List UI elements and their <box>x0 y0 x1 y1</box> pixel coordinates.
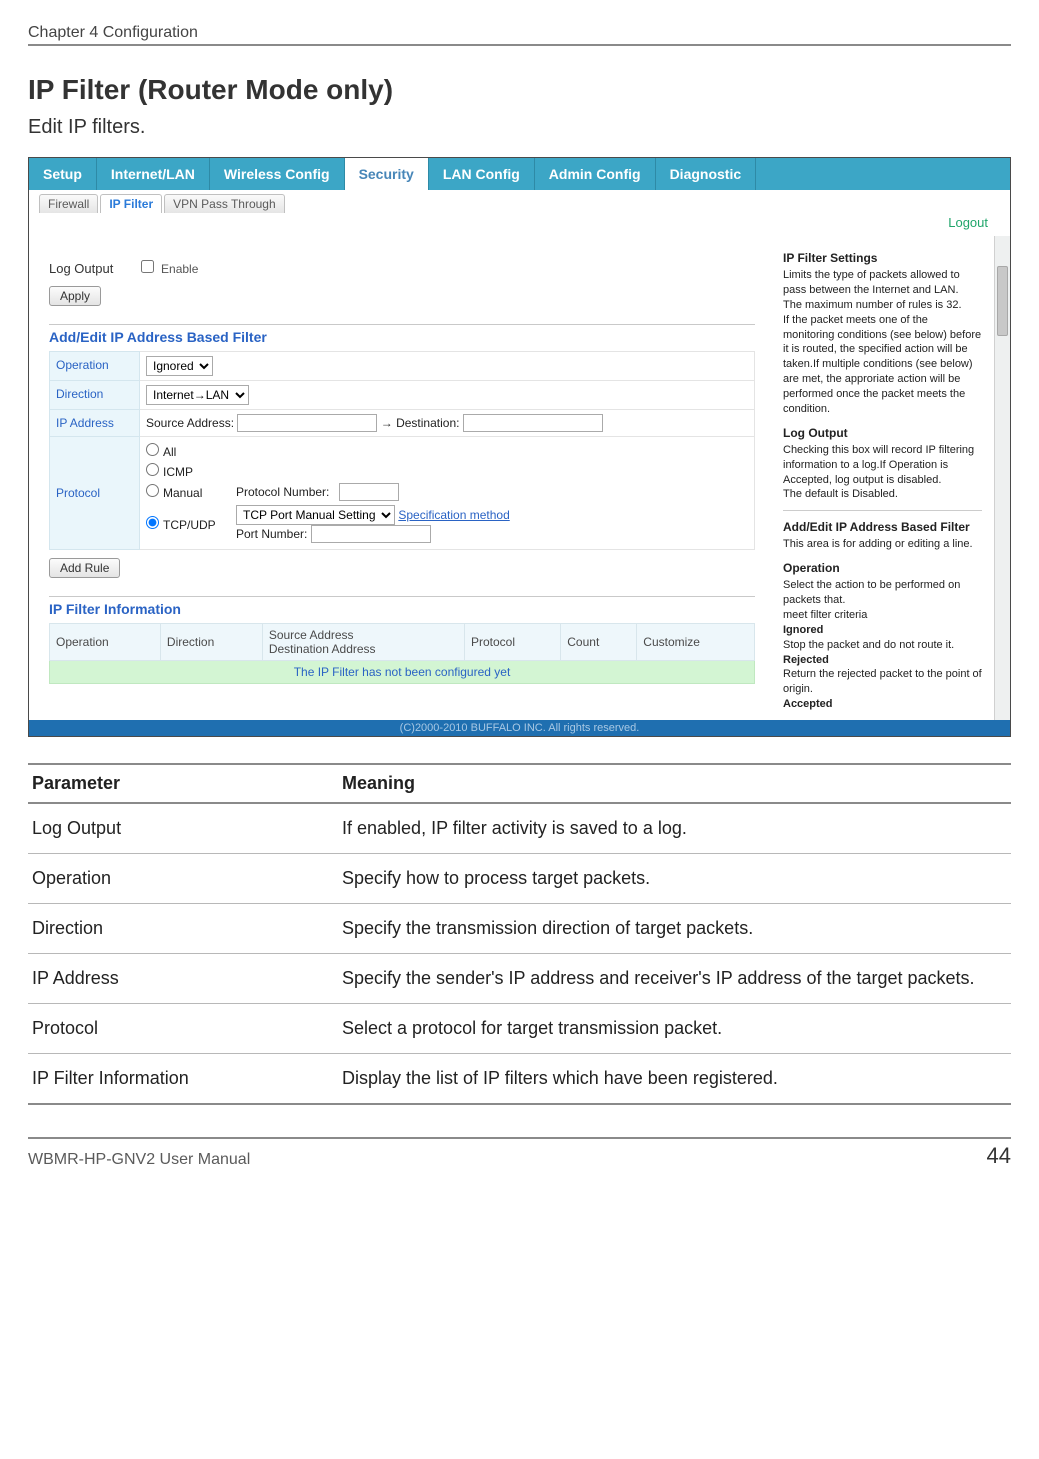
manual-name: WBMR-HP-GNV2 User Manual <box>28 1151 250 1169</box>
ip-address-row-label: IP Address <box>50 410 140 437</box>
add-edit-heading: Add/Edit IP Address Based Filter <box>49 329 755 345</box>
source-address-input[interactable] <box>237 414 377 432</box>
tab-setup[interactable]: Setup <box>29 158 97 190</box>
col-customize: Customize <box>637 624 755 661</box>
protocol-tcpudp-radio[interactable] <box>146 516 159 529</box>
help-text: Limits the type of packets allowed to pa… <box>783 268 982 298</box>
subtab-firewall[interactable]: Firewall <box>39 194 98 213</box>
meaning-header: Meaning <box>338 764 1011 803</box>
protocol-icmp-label: ICMP <box>163 465 193 479</box>
enable-label: Enable <box>161 262 198 276</box>
main-tabs: Setup Internet/LAN Wireless Config Secur… <box>29 158 1010 190</box>
help-add-edit-heading: Add/Edit IP Address Based Filter <box>783 519 982 535</box>
help-text: Select the action to be performed on pac… <box>783 578 982 608</box>
col-count: Count <box>561 624 637 661</box>
operation-select[interactable]: Ignored <box>146 356 213 376</box>
destination-address-input[interactable] <box>463 414 603 432</box>
help-ipfilter-settings-heading: IP Filter Settings <box>783 250 982 266</box>
param-cell: Direction <box>28 904 338 954</box>
help-rejected-label: Rejected <box>783 653 982 668</box>
protocol-number-label: Protocol Number: <box>236 485 329 499</box>
tab-admin-config[interactable]: Admin Config <box>535 158 656 190</box>
meaning-cell: Display the list of IP filters which hav… <box>338 1054 1011 1105</box>
direction-row-label: Direction <box>50 381 140 410</box>
port-number-input[interactable] <box>311 525 431 543</box>
meaning-cell: Specify the sender's IP address and rece… <box>338 954 1011 1004</box>
operation-row-label: Operation <box>50 352 140 381</box>
section-subtitle: Edit IP filters. <box>28 116 1011 139</box>
help-panel: IP Filter Settings Limits the type of pa… <box>775 236 1010 720</box>
chapter-header: Chapter 4 Configuration <box>28 24 1011 46</box>
param-cell: IP Address <box>28 954 338 1004</box>
scrollbar[interactable] <box>994 236 1010 720</box>
help-operation-heading: Operation <box>783 560 982 576</box>
help-log-output-heading: Log Output <box>783 425 982 441</box>
help-text: Return the rejected packet to the point … <box>783 667 982 697</box>
add-rule-button[interactable]: Add Rule <box>49 558 120 578</box>
protocol-number-input[interactable] <box>339 483 399 501</box>
param-cell: IP Filter Information <box>28 1054 338 1105</box>
help-text: If the packet meets one of the monitorin… <box>783 313 982 417</box>
tab-security[interactable]: Security <box>345 158 429 190</box>
filter-form-table: Operation Ignored Direction Internet→LAN <box>49 351 755 550</box>
meaning-cell: Specify how to process target packets. <box>338 854 1011 904</box>
not-configured-message: The IP Filter has not been configured ye… <box>50 661 755 684</box>
help-text: This area is for adding or editing a lin… <box>783 537 982 552</box>
help-text: Stop the packet and do not route it. <box>783 638 982 653</box>
parameter-table: Parameter Meaning Log OutputIf enabled, … <box>28 763 1011 1105</box>
section-title: IP Filter (Router Mode only) <box>28 74 1011 106</box>
protocol-manual-label: Manual <box>163 486 202 500</box>
subtab-vpn-pass-through[interactable]: VPN Pass Through <box>164 194 285 213</box>
protocol-all-radio[interactable] <box>146 443 159 456</box>
protocol-row-label: Protocol <box>50 437 140 550</box>
specification-method-link[interactable]: Specification method <box>398 508 509 522</box>
tcp-port-select[interactable]: TCP Port Manual Setting <box>236 505 395 525</box>
ip-filter-info-heading: IP Filter Information <box>49 601 755 617</box>
tab-internet-lan[interactable]: Internet/LAN <box>97 158 210 190</box>
param-cell: Protocol <box>28 1004 338 1054</box>
protocol-tcpudp-label: TCP/UDP <box>163 518 216 532</box>
scroll-thumb[interactable] <box>997 266 1008 336</box>
direction-select[interactable]: Internet→LAN <box>146 385 249 405</box>
source-address-label: Source Address: <box>146 416 234 430</box>
tab-wireless-config[interactable]: Wireless Config <box>210 158 345 190</box>
param-cell: Log Output <box>28 803 338 854</box>
router-screenshot: Setup Internet/LAN Wireless Config Secur… <box>28 157 1011 737</box>
port-number-label: Port Number: <box>236 527 307 541</box>
page-number: 44 <box>987 1143 1011 1169</box>
ip-filter-info-table: Operation Direction Source Address Desti… <box>49 623 755 684</box>
col-operation: Operation <box>50 624 161 661</box>
help-text: Checking this box will record IP filteri… <box>783 443 982 488</box>
help-text: meet filter criteria <box>783 608 982 623</box>
col-protocol: Protocol <box>464 624 560 661</box>
help-ignored-label: Ignored <box>783 623 982 638</box>
param-cell: Operation <box>28 854 338 904</box>
help-accepted-label: Accepted <box>783 697 982 712</box>
tab-diagnostic[interactable]: Diagnostic <box>656 158 757 190</box>
enable-checkbox[interactable] <box>141 260 154 273</box>
help-text: The maximum number of rules is 32. <box>783 298 982 313</box>
protocol-all-label: All <box>163 445 176 459</box>
main-column: Log Output Enable Apply Add/Edit IP Addr… <box>29 236 775 720</box>
sub-tabs: Firewall IP Filter VPN Pass Through <box>29 190 1010 213</box>
logout-link[interactable]: Logout <box>948 215 988 230</box>
protocol-icmp-radio[interactable] <box>146 463 159 476</box>
apply-button[interactable]: Apply <box>49 286 101 306</box>
help-text: The default is Disabled. <box>783 487 982 502</box>
col-direction: Direction <box>160 624 262 661</box>
destination-label: → Destination: <box>381 416 460 430</box>
log-output-label: Log Output <box>49 261 113 276</box>
meaning-cell: If enabled, IP filter activity is saved … <box>338 803 1011 854</box>
tab-lan-config[interactable]: LAN Config <box>429 158 535 190</box>
subtab-ip-filter[interactable]: IP Filter <box>100 194 162 213</box>
param-header: Parameter <box>28 764 338 803</box>
copyright-footer: (C)2000-2010 BUFFALO INC. All rights res… <box>29 720 1010 736</box>
protocol-manual-radio[interactable] <box>146 484 159 497</box>
meaning-cell: Select a protocol for target transmissio… <box>338 1004 1011 1054</box>
col-src-dest: Source Address Destination Address <box>262 624 464 661</box>
meaning-cell: Specify the transmission direction of ta… <box>338 904 1011 954</box>
